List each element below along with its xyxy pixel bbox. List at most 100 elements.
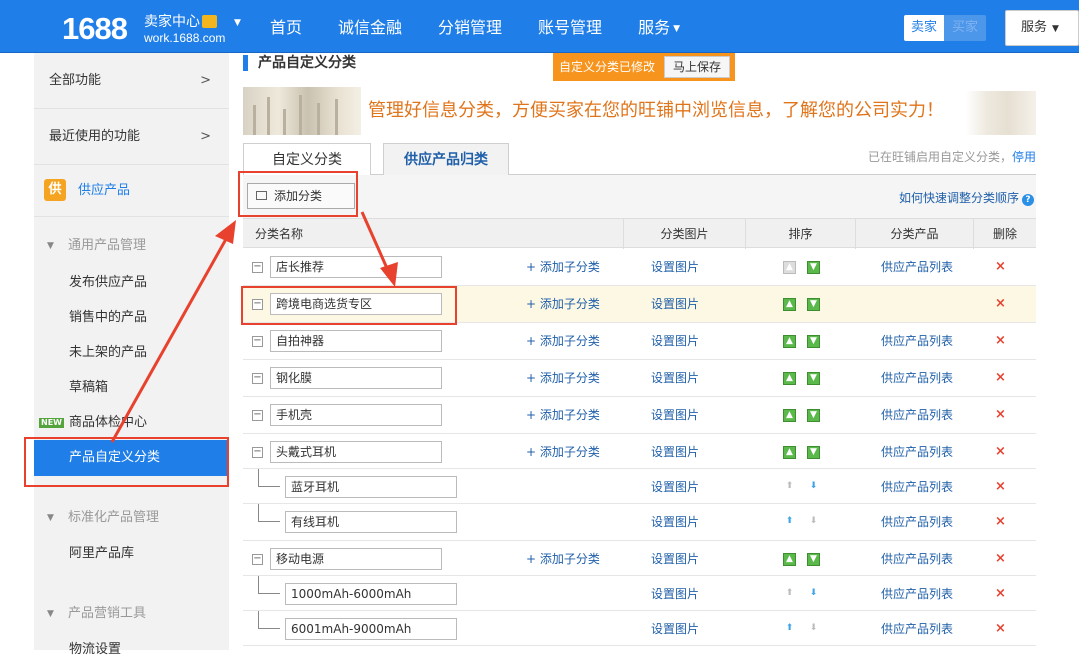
delete-icon[interactable]: × xyxy=(995,360,1006,396)
set-image-link[interactable]: 设置图片 xyxy=(651,469,699,505)
set-image-link[interactable]: 设置图片 xyxy=(651,397,699,433)
set-image-link[interactable]: 设置图片 xyxy=(651,611,699,647)
collapse-icon[interactable]: − xyxy=(252,262,263,273)
collapse-icon[interactable]: − xyxy=(252,554,263,565)
delete-icon[interactable]: × xyxy=(995,434,1006,470)
sidebar-item-drafts[interactable]: 草稿箱 xyxy=(34,373,229,403)
category-name-input[interactable]: 店长推荐 xyxy=(270,256,442,278)
collapse-icon[interactable]: − xyxy=(252,447,263,458)
add-subcategory-link[interactable]: + 添加子分类 xyxy=(526,249,600,285)
delete-icon[interactable]: × xyxy=(995,576,1006,612)
add-subcategory-link[interactable]: + 添加子分类 xyxy=(526,434,600,470)
move-down-icon[interactable]: ▼ xyxy=(807,298,820,311)
logo-1688[interactable]: 1688 xyxy=(62,11,128,47)
nav-home[interactable]: 首页 xyxy=(252,0,320,53)
move-down-icon[interactable]: ▼ xyxy=(807,409,820,422)
move-up-icon[interactable]: ⬆ xyxy=(783,588,796,601)
category-name-input[interactable]: 自拍神器 xyxy=(270,330,442,352)
move-down-icon[interactable]: ▼ xyxy=(807,446,820,459)
save-now-button[interactable]: 马上保存 xyxy=(664,56,730,78)
category-name-input[interactable]: 手机壳 xyxy=(270,404,442,426)
move-up-icon[interactable]: ▲ xyxy=(783,261,796,274)
chevron-down-icon[interactable]: ▼ xyxy=(234,18,241,28)
category-name-input[interactable]: 头戴式耳机 xyxy=(270,441,442,463)
switch-buyer[interactable]: 买家 xyxy=(944,15,986,41)
sidebar-group-general[interactable]: ▼ 通用产品管理 xyxy=(34,231,229,261)
subcategory-name-input[interactable]: 6001mAh-9000mAh xyxy=(285,618,457,640)
category-name-input[interactable]: 钢化膜 xyxy=(270,367,442,389)
set-image-link[interactable]: 设置图片 xyxy=(651,249,699,285)
subcategory-name-input[interactable]: 1000mAh-6000mAh xyxy=(285,583,457,605)
switch-seller[interactable]: 卖家 xyxy=(904,15,944,41)
delete-icon[interactable]: × xyxy=(995,323,1006,359)
delete-icon[interactable]: × xyxy=(995,541,1006,577)
move-up-icon[interactable]: ▲ xyxy=(783,553,796,566)
sidebar-item-publish[interactable]: 发布供应产品 xyxy=(34,268,229,298)
sidebar-group-marketing[interactable]: ▼ 产品营销工具 xyxy=(34,599,229,629)
add-subcategory-link[interactable]: + 添加子分类 xyxy=(526,541,600,577)
add-subcategory-link[interactable]: + 添加子分类 xyxy=(526,323,600,359)
delete-icon[interactable]: × xyxy=(995,469,1006,505)
set-image-link[interactable]: 设置图片 xyxy=(651,541,699,577)
product-list-link[interactable]: 供应产品列表 xyxy=(881,576,953,612)
delete-icon[interactable]: × xyxy=(995,397,1006,433)
collapse-icon[interactable]: − xyxy=(252,336,263,347)
move-up-icon[interactable]: ▲ xyxy=(783,409,796,422)
nav-finance[interactable]: 诚信金融 xyxy=(320,0,420,53)
product-list-link[interactable]: 供应产品列表 xyxy=(881,541,953,577)
nav-service[interactable]: 服务 ▼ xyxy=(620,0,698,53)
subcategory-name-input[interactable]: 有线耳机 xyxy=(285,511,457,533)
set-image-link[interactable]: 设置图片 xyxy=(651,504,699,540)
product-list-link[interactable]: 供应产品列表 xyxy=(881,504,953,540)
subcategory-name-input[interactable]: 蓝牙耳机 xyxy=(285,476,457,498)
nav-account[interactable]: 账号管理 xyxy=(520,0,620,53)
set-image-link[interactable]: 设置图片 xyxy=(651,323,699,359)
set-image-link[interactable]: 设置图片 xyxy=(651,576,699,612)
sidebar-group-standard[interactable]: ▼ 标准化产品管理 xyxy=(34,503,229,533)
move-down-icon[interactable]: ▼ xyxy=(807,553,820,566)
move-up-icon[interactable]: ▲ xyxy=(783,298,796,311)
add-subcategory-link[interactable]: + 添加子分类 xyxy=(526,397,600,433)
move-down-icon[interactable]: ▼ xyxy=(807,335,820,348)
sidebar-recent-functions[interactable]: 最近使用的功能 > xyxy=(34,109,229,165)
delete-icon[interactable]: × xyxy=(995,611,1006,647)
help-sort-link[interactable]: 如何快速调整分类顺序? xyxy=(899,189,1034,206)
delete-icon[interactable]: × xyxy=(995,286,1006,322)
set-image-link[interactable]: 设置图片 xyxy=(651,286,699,322)
sidebar-supply-products[interactable]: 供 供应产品 xyxy=(34,165,229,217)
service-dropdown[interactable]: 服务 ▼ xyxy=(1005,10,1079,46)
add-subcategory-link[interactable]: + 添加子分类 xyxy=(526,286,600,322)
move-down-icon[interactable]: ⬇ xyxy=(807,516,820,529)
sidebar-item-selling[interactable]: 销售中的产品 xyxy=(34,303,229,333)
product-list-link[interactable]: 供应产品列表 xyxy=(881,611,953,647)
set-image-link[interactable]: 设置图片 xyxy=(651,434,699,470)
move-up-icon[interactable]: ⬆ xyxy=(783,623,796,636)
move-down-icon[interactable]: ⬇ xyxy=(807,481,820,494)
product-list-link[interactable]: 供应产品列表 xyxy=(881,323,953,359)
product-list-link[interactable]: 供应产品列表 xyxy=(881,360,953,396)
nav-distribution[interactable]: 分销管理 xyxy=(420,0,520,53)
delete-icon[interactable]: × xyxy=(995,249,1006,285)
product-list-link[interactable]: 供应产品列表 xyxy=(881,469,953,505)
move-up-icon[interactable]: ⬆ xyxy=(783,481,796,494)
product-list-link[interactable]: 供应产品列表 xyxy=(881,249,953,285)
move-up-icon[interactable]: ▲ xyxy=(783,446,796,459)
sidebar-item-unlisted[interactable]: 未上架的产品 xyxy=(34,338,229,368)
move-up-icon[interactable]: ▲ xyxy=(783,335,796,348)
sidebar-item-logistics[interactable]: 物流设置 xyxy=(34,635,229,665)
collapse-icon[interactable]: − xyxy=(252,373,263,384)
sidebar-all-functions[interactable]: 全部功能 > xyxy=(34,53,229,109)
disable-link[interactable]: 停用 xyxy=(1012,150,1036,164)
move-up-icon[interactable]: ▲ xyxy=(783,372,796,385)
delete-icon[interactable]: × xyxy=(995,504,1006,540)
tab-supply-classify[interactable]: 供应产品归类 xyxy=(383,143,509,175)
seller-center-title[interactable]: 卖家中心 xyxy=(144,11,217,31)
category-name-input[interactable]: 移动电源 xyxy=(270,548,442,570)
add-subcategory-link[interactable]: + 添加子分类 xyxy=(526,360,600,396)
move-down-icon[interactable]: ▼ xyxy=(807,261,820,274)
sidebar-item-health-check[interactable]: NEW 商品体检中心 xyxy=(34,408,229,438)
move-down-icon[interactable]: ▼ xyxy=(807,372,820,385)
product-list-link[interactable]: 供应产品列表 xyxy=(881,434,953,470)
collapse-icon[interactable]: − xyxy=(252,410,263,421)
product-list-link[interactable]: 供应产品列表 xyxy=(881,397,953,433)
